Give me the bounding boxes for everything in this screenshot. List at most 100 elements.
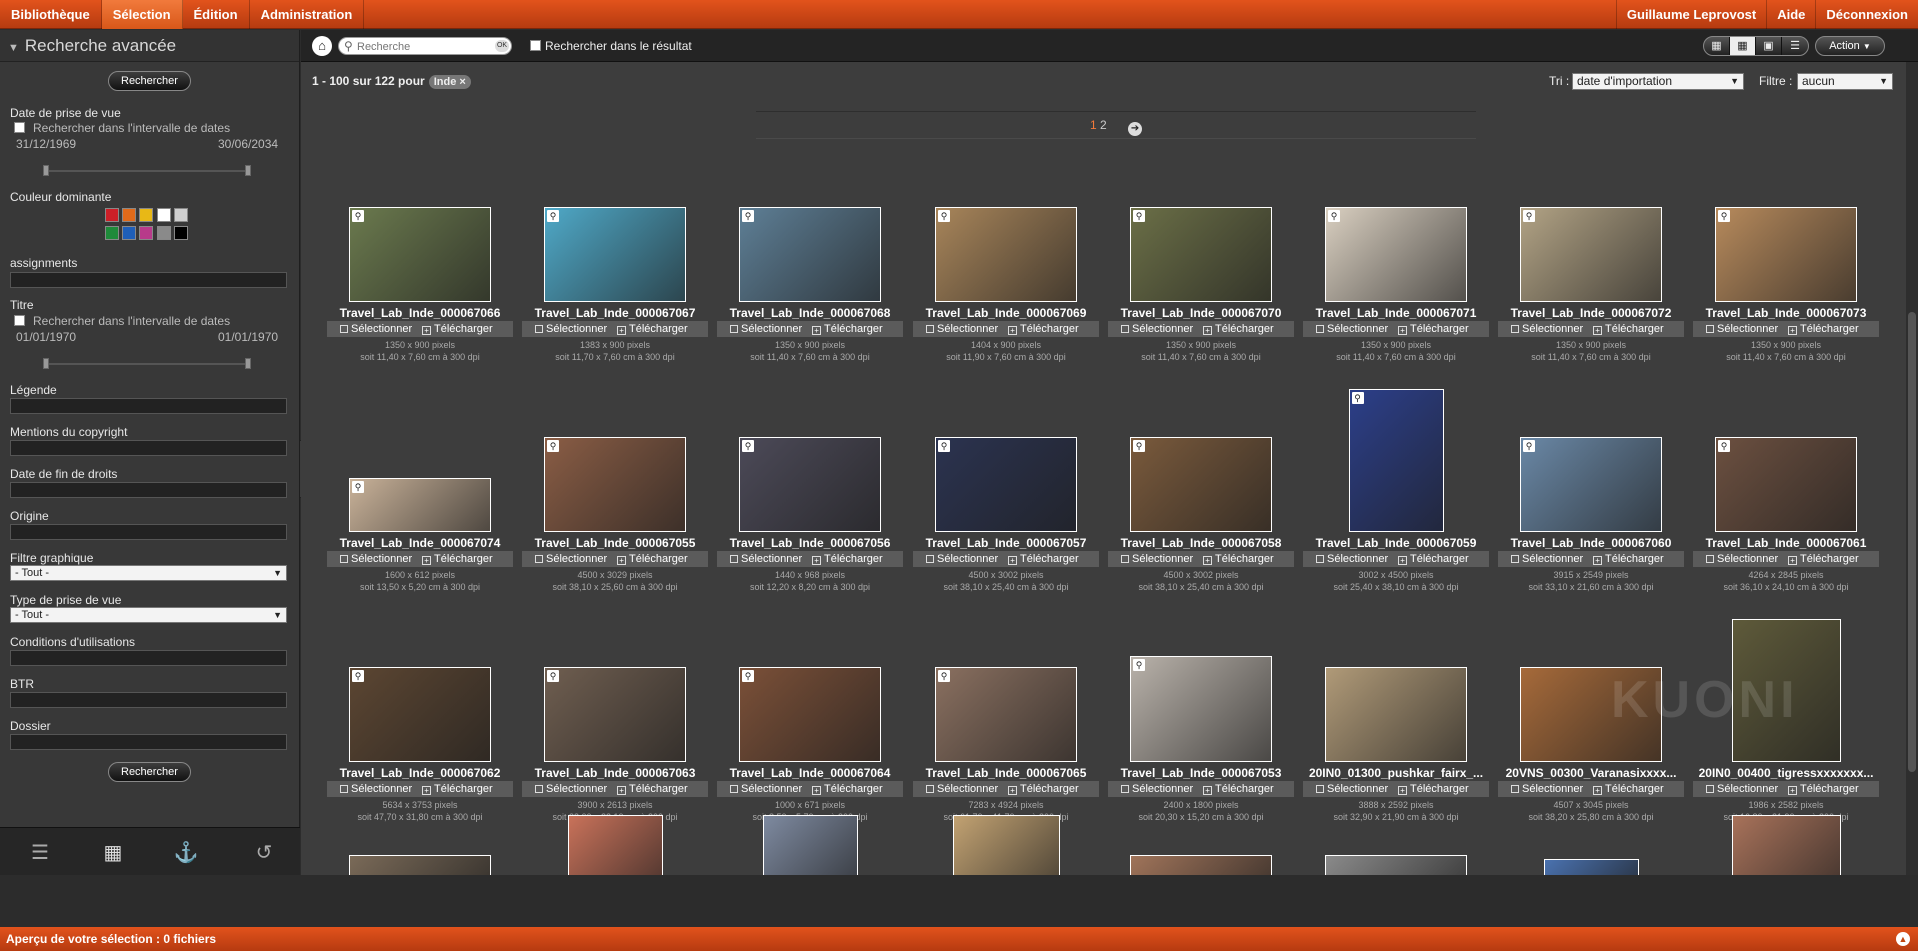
image-thumbnail[interactable]: ⚲ <box>349 207 491 302</box>
select-image-button[interactable]: Sélectionner <box>1121 781 1193 797</box>
image-thumbnail[interactable]: ⚲ <box>935 437 1077 532</box>
image-thumbnail[interactable]: ⚲ <box>1130 437 1272 532</box>
image-thumbnail[interactable]: ⚲ <box>739 667 881 762</box>
checkbox-icon[interactable] <box>1511 555 1519 563</box>
download-image-button[interactable]: + Télécharger <box>1398 321 1469 337</box>
legend-input[interactable] <box>10 398 287 414</box>
select-image-button[interactable]: Sélectionner <box>926 781 998 797</box>
select-image-button[interactable]: Sélectionner <box>730 781 802 797</box>
nav-selection[interactable]: Sélection <box>101 0 183 29</box>
image-filename[interactable]: Travel_Lab_Inde_000067053 <box>1108 766 1294 780</box>
download-image-button[interactable]: + Télécharger <box>617 781 688 797</box>
select-image-button[interactable]: Sélectionner <box>340 781 412 797</box>
expand-up-icon[interactable]: ▲ <box>1896 932 1910 946</box>
select-image-button[interactable]: Sélectionner <box>340 321 412 337</box>
image-thumbnail[interactable]: ⚲ <box>1520 437 1662 532</box>
download-image-button[interactable]: + Télécharger <box>422 321 493 337</box>
download-image-button[interactable]: + Télécharger <box>1203 321 1274 337</box>
checkbox-icon[interactable] <box>1121 555 1129 563</box>
geolocation-icon[interactable]: ⚓ <box>166 838 206 868</box>
image-filename[interactable]: 20IN0_00400_tigressxxxxxxx... <box>1693 766 1879 780</box>
image-filename[interactable]: 20IN0_01300_pushkar_fairx_... <box>1303 766 1489 780</box>
slider-handle-right[interactable] <box>245 165 251 176</box>
checkbox-icon[interactable] <box>1316 555 1324 563</box>
image-thumbnail[interactable]: ⚲ <box>935 667 1077 762</box>
folder-input[interactable] <box>10 734 287 750</box>
image-filename[interactable]: Travel_Lab_Inde_000067062 <box>327 766 513 780</box>
select-image-button[interactable]: Sélectionner <box>1121 321 1193 337</box>
advanced-search-header[interactable]: ▼ Recherche avancée <box>0 30 299 62</box>
checkbox-icon[interactable] <box>1316 785 1324 793</box>
download-image-button[interactable]: + Télécharger <box>1008 551 1079 567</box>
assignments-input[interactable] <box>10 272 287 288</box>
image-thumbnail[interactable]: ⚲ <box>935 207 1077 302</box>
image-thumbnail[interactable]: ⚲ <box>1348 389 1444 532</box>
nav-bibliotheque[interactable]: Bibliothèque <box>0 0 102 29</box>
image-thumbnail[interactable]: ⚲ <box>1325 207 1467 302</box>
image-filename[interactable]: Travel_Lab_Inde_000067067 <box>522 306 708 320</box>
image-thumbnail-partial[interactable] <box>349 855 491 875</box>
download-image-button[interactable]: + Télécharger <box>422 781 493 797</box>
image-thumbnail-partial[interactable] <box>762 815 858 875</box>
graphic-filter-select[interactable]: - Tout - ▼ <box>10 565 287 581</box>
title-date-slider[interactable] <box>43 358 251 369</box>
image-thumbnail[interactable]: ⚲ <box>544 667 686 762</box>
shoot-date-range-checkbox[interactable]: Rechercher dans l'intervalle de dates <box>14 121 230 135</box>
download-image-button[interactable]: + Télécharger <box>422 551 493 567</box>
download-image-button[interactable]: + Télécharger <box>812 551 883 567</box>
logout-link[interactable]: Déconnexion <box>1815 0 1918 29</box>
search-button-bottom[interactable]: Rechercher <box>108 762 191 782</box>
checkbox-icon[interactable] <box>730 785 738 793</box>
tone-swatch-black[interactable] <box>174 226 188 240</box>
image-filename[interactable]: Travel_Lab_Inde_000067063 <box>522 766 708 780</box>
image-thumbnail[interactable]: ⚲ <box>544 207 686 302</box>
image-thumbnail-partial[interactable] <box>567 815 663 875</box>
download-image-button[interactable]: + Télécharger <box>1398 781 1469 797</box>
history-icon[interactable]: ↺ <box>244 838 284 868</box>
image-filename[interactable]: Travel_Lab_Inde_000067056 <box>717 536 903 550</box>
shoot-date-slider[interactable] <box>43 165 251 176</box>
image-thumbnail[interactable]: ⚲ <box>1715 437 1857 532</box>
select-image-button[interactable]: Sélectionner <box>1706 551 1778 567</box>
image-filename[interactable]: Travel_Lab_Inde_000067070 <box>1108 306 1294 320</box>
color-swatch-yellow[interactable] <box>139 208 153 222</box>
checkbox-icon[interactable] <box>1706 785 1714 793</box>
image-filename[interactable]: Travel_Lab_Inde_000067068 <box>717 306 903 320</box>
checkbox-box-icon[interactable] <box>14 315 25 326</box>
download-image-button[interactable]: + Télécharger <box>1203 781 1274 797</box>
image-thumbnail[interactable] <box>1325 667 1467 762</box>
select-image-button[interactable]: Sélectionner <box>730 551 802 567</box>
color-swatch-purple[interactable] <box>139 226 153 240</box>
image-thumbnail-partial[interactable] <box>1325 855 1467 875</box>
origin-input[interactable] <box>10 524 287 540</box>
nav-administration[interactable]: Administration <box>250 0 365 29</box>
checkbox-icon[interactable] <box>1706 555 1714 563</box>
selection-preview-bar[interactable]: Aperçu de votre sélection : 0 fichiers ▲ <box>0 927 1918 951</box>
checkbox-icon[interactable] <box>535 785 543 793</box>
checkbox-icon[interactable] <box>1316 325 1324 333</box>
image-filename[interactable]: Travel_Lab_Inde_000067074 <box>327 536 513 550</box>
image-filename[interactable]: Travel_Lab_Inde_000067072 <box>1498 306 1684 320</box>
image-filename[interactable]: Travel_Lab_Inde_000067069 <box>913 306 1099 320</box>
download-image-button[interactable]: + Télécharger <box>1788 321 1859 337</box>
search-form-icon[interactable]: ▦ <box>93 838 133 868</box>
select-image-button[interactable]: Sélectionner <box>1316 781 1388 797</box>
tone-swatch-dark-grey[interactable] <box>157 226 171 240</box>
image-thumbnail[interactable]: ⚲ <box>1130 207 1272 302</box>
download-image-button[interactable]: + Télécharger <box>812 321 883 337</box>
checkbox-icon[interactable] <box>340 555 348 563</box>
color-swatch-orange[interactable] <box>122 208 136 222</box>
usage-conditions-input[interactable] <box>10 650 287 666</box>
select-image-button[interactable]: Sélectionner <box>730 321 802 337</box>
rights-end-date-input[interactable] <box>10 482 287 498</box>
color-swatch-blue[interactable] <box>122 226 136 240</box>
checkbox-icon[interactable] <box>535 325 543 333</box>
select-image-button[interactable]: Sélectionner <box>1706 781 1778 797</box>
image-thumbnail[interactable]: ⚲ <box>1520 207 1662 302</box>
btr-input[interactable] <box>10 692 287 708</box>
checkbox-icon[interactable] <box>926 325 934 333</box>
image-thumbnail[interactable]: ⚲ <box>349 667 491 762</box>
color-swatch-red[interactable] <box>105 208 119 222</box>
select-image-button[interactable]: Sélectionner <box>926 321 998 337</box>
image-filename[interactable]: Travel_Lab_Inde_000067059 <box>1303 536 1489 550</box>
